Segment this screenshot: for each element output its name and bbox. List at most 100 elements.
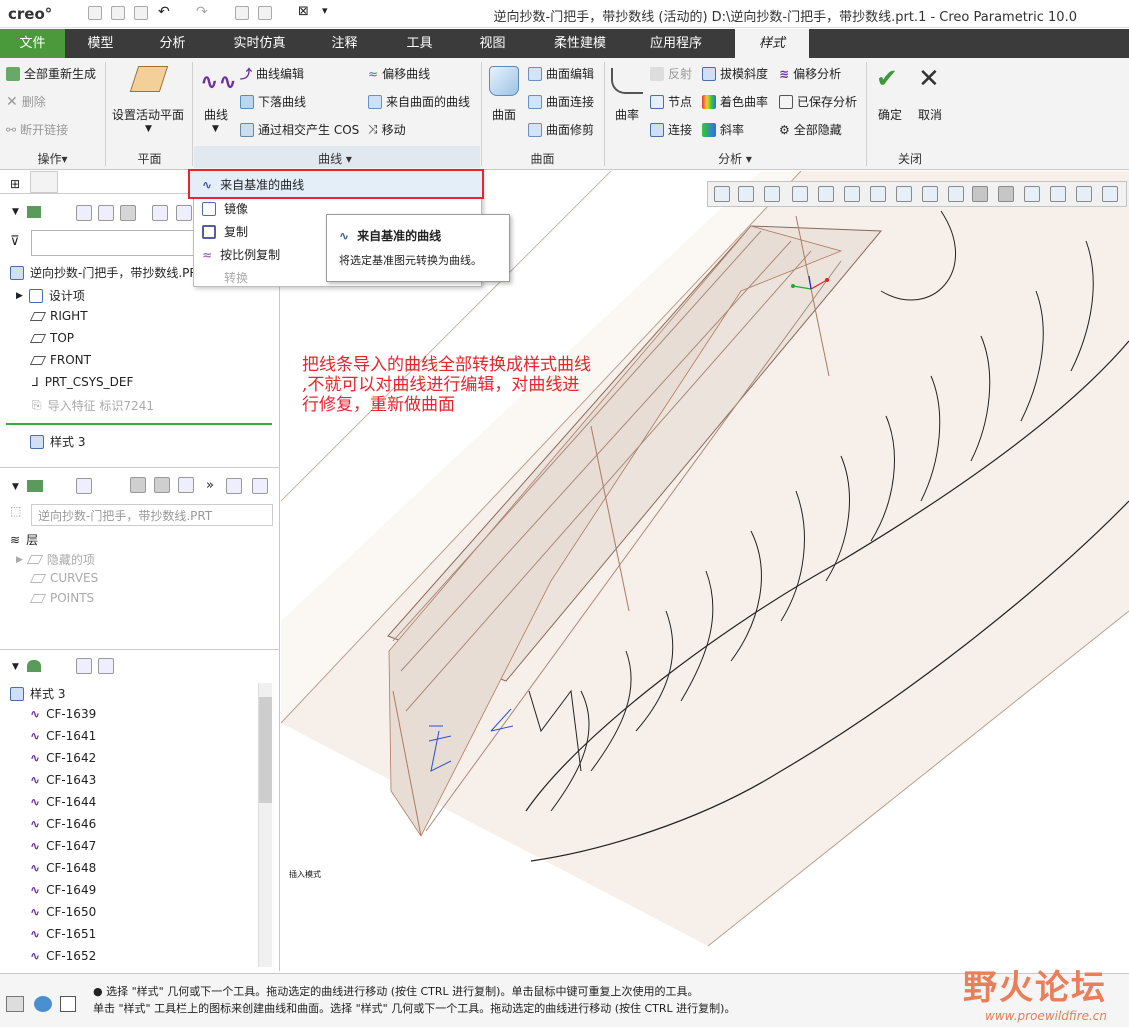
curvature-icon[interactable] xyxy=(611,68,643,94)
active-plane-icon[interactable] xyxy=(129,66,169,92)
group-label-operations[interactable]: 操作▾ xyxy=(20,150,85,167)
style-tree-filter-icon[interactable] xyxy=(76,658,92,674)
tree-item-right[interactable]: RIGHT xyxy=(29,309,88,323)
perspective-icon[interactable] xyxy=(896,186,912,202)
layout-icon[interactable] xyxy=(1102,186,1118,202)
open-file-icon[interactable] xyxy=(111,6,125,20)
style-curve-item[interactable]: ∿ CF-1642 xyxy=(30,751,96,765)
menu-item-curve-from-datum[interactable]: ∿ 来自基准的曲线 xyxy=(202,176,304,193)
cancel-icon[interactable]: ✕ xyxy=(918,64,940,94)
scrollbar-thumb[interactable] xyxy=(259,697,272,803)
layer-hide-icon[interactable] xyxy=(154,477,170,493)
scrollbar[interactable] xyxy=(258,683,272,967)
layer-props-icon[interactable] xyxy=(226,478,242,494)
chevron-down-icon[interactable]: ▼ xyxy=(145,124,152,134)
customize-icon[interactable]: ▾ xyxy=(322,4,328,17)
layer-model-select[interactable]: 逆向抄数-门把手，带抄数线.PRT xyxy=(31,504,273,526)
tree-settings-icon[interactable] xyxy=(120,205,136,221)
search-input[interactable] xyxy=(31,230,196,256)
menu-item-copy[interactable]: 复制 xyxy=(202,223,248,240)
checkmark-icon[interactable]: ✔ xyxy=(876,64,898,94)
style-curve-item[interactable]: ∿ CF-1643 xyxy=(30,773,96,787)
tab-tools[interactable]: 工具 xyxy=(387,29,452,58)
tab-model[interactable]: 模型 xyxy=(68,29,133,58)
tab-annotate[interactable]: 注释 xyxy=(312,29,377,58)
hide-all-button[interactable]: ⚙ 全部隐藏 xyxy=(779,121,842,138)
annotation-display-icon[interactable] xyxy=(1050,186,1066,202)
layer-save-icon[interactable] xyxy=(252,478,268,494)
spin-center-icon[interactable] xyxy=(1024,186,1040,202)
tree-root[interactable]: 逆向抄数-门把手，带抄数线.PRT xyxy=(10,264,204,281)
surface-icon[interactable] xyxy=(489,66,519,96)
new-file-icon[interactable] xyxy=(88,6,102,20)
chevron-down-icon[interactable]: ▼ xyxy=(12,482,19,492)
set-active-plane-button[interactable]: 设置活动平面 xyxy=(112,106,184,123)
tree-item-front[interactable]: FRONT xyxy=(29,353,91,367)
chevron-down-icon[interactable]: ▼ xyxy=(12,662,19,672)
chevron-down-icon[interactable]: ▼ xyxy=(212,124,219,134)
tree-item-top[interactable]: TOP xyxy=(29,331,74,345)
style-curve-item[interactable]: ∿ CF-1639 xyxy=(30,707,96,721)
tab-simulation[interactable]: 实时仿真 xyxy=(222,29,297,58)
undo-icon[interactable]: ↶ xyxy=(158,4,170,20)
zoom-in-icon[interactable] xyxy=(738,186,754,202)
show-icon[interactable] xyxy=(152,205,168,221)
more-icon[interactable]: » xyxy=(206,478,214,493)
draft-analysis-button[interactable]: 拔模斜度 xyxy=(702,65,768,82)
style-curve-item[interactable]: ∿ CF-1651 xyxy=(30,927,96,941)
menu-item-convert[interactable]: 转换 xyxy=(202,269,248,286)
refit-icon[interactable] xyxy=(714,186,730,202)
saved-views-icon[interactable] xyxy=(844,186,860,202)
break-link-button[interactable]: ⚯ 断开链接 xyxy=(6,121,68,138)
tree-filter-icon[interactable] xyxy=(76,205,92,221)
tab-style[interactable]: 样式 xyxy=(735,29,809,58)
ok-button[interactable]: 确定 xyxy=(878,106,902,123)
layer-show-icon[interactable] xyxy=(130,477,146,493)
layer-item-curves[interactable]: CURVES xyxy=(29,571,98,585)
tree-item-import[interactable]: ⎘ 导入特征 标识7241 xyxy=(32,397,154,414)
layer-root[interactable]: ≋ 层 xyxy=(10,531,38,548)
slope-button[interactable]: 斜率 xyxy=(702,121,744,138)
surface-edit-button[interactable]: 曲面编辑 xyxy=(528,65,594,82)
repaint-icon[interactable] xyxy=(792,186,808,202)
curve-button[interactable]: 曲线 xyxy=(204,106,228,123)
shaded-curvature-button[interactable]: 着色曲率 xyxy=(702,93,768,110)
settings-icon[interactable] xyxy=(176,205,192,221)
delete-button[interactable]: ✕ 删除 xyxy=(6,93,46,110)
redo-icon[interactable]: ↷ xyxy=(196,4,208,20)
tree-item-csys[interactable]: ⅃ PRT_CSYS_DEF xyxy=(32,375,133,389)
curve-icon[interactable]: ∿∿ xyxy=(200,70,237,95)
tree-item-design[interactable]: ▶ 设计项 xyxy=(16,287,85,304)
point-display-icon[interactable] xyxy=(998,186,1014,202)
browser-icon[interactable] xyxy=(34,996,52,1012)
layer-isolate-icon[interactable] xyxy=(178,477,194,493)
style-curve-item[interactable]: ∿ CF-1650 xyxy=(30,905,96,919)
tab-applications[interactable]: 应用程序 xyxy=(636,29,716,58)
display-style-icon[interactable] xyxy=(818,186,834,202)
tab-analysis[interactable]: 分析 xyxy=(140,29,205,58)
style-curve-item[interactable]: ∿ CF-1646 xyxy=(30,817,96,831)
style-curve-item[interactable]: ∿ CF-1652 xyxy=(30,949,96,963)
close-window-icon[interactable]: ⊠ xyxy=(298,4,309,19)
connect-analysis-button[interactable]: 连接 xyxy=(650,121,692,138)
save-icon[interactable] xyxy=(134,6,148,20)
section-icon[interactable] xyxy=(922,186,938,202)
saved-analysis-button[interactable]: 已保存分析 xyxy=(779,93,857,110)
offset-curve-button[interactable]: ≈ 偏移曲线 xyxy=(368,65,430,82)
window-icon[interactable] xyxy=(258,6,272,20)
reflect-button[interactable]: 反射 xyxy=(650,65,692,82)
folder-browser-tab-icon[interactable] xyxy=(30,171,58,193)
surface-trim-button[interactable]: 曲面修剪 xyxy=(528,121,594,138)
move-button[interactable]: ⤨ 移动 xyxy=(368,121,406,138)
curvature-button[interactable]: 曲率 xyxy=(615,106,639,123)
style-curve-item[interactable]: ∿ CF-1648 xyxy=(30,861,96,875)
surface-button[interactable]: 曲面 xyxy=(492,106,516,123)
surface-connect-button[interactable]: 曲面连接 xyxy=(528,93,594,110)
insert-indicator[interactable] xyxy=(6,423,272,425)
grid-icon[interactable] xyxy=(1076,186,1092,202)
style-tree-root[interactable]: 样式 3 xyxy=(10,685,65,702)
tab-view[interactable]: 视图 xyxy=(460,29,525,58)
regenerate-all-button[interactable]: 全部重新生成 xyxy=(6,65,96,82)
plane-display-icon[interactable] xyxy=(972,186,988,202)
chevron-down-icon[interactable]: ▼ xyxy=(12,207,19,217)
